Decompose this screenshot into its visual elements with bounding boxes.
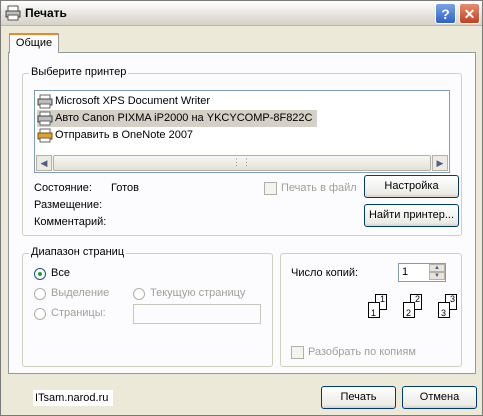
range-current-page-label: Текущую страницу [150, 287, 246, 299]
copies-label: Число копий: [291, 267, 359, 279]
printer-group-title: Выберите принтер [29, 66, 129, 78]
printer-group: Выберите принтер Microsoft XPS Document … [22, 66, 462, 236]
printer-icon [5, 5, 21, 21]
print-to-file-label: Печать в файл [281, 182, 357, 194]
spin-up-icon[interactable]: ▲ [429, 264, 445, 272]
watermark-label: ITsam.narod.ru [33, 390, 113, 406]
scroll-thumb[interactable]: ⋮⋮ [53, 155, 431, 171]
collate-checkbox[interactable] [291, 346, 304, 359]
help-button[interactable]: ? [435, 3, 456, 24]
tab-panel-general: Выберите принтер Microsoft XPS Document … [8, 52, 476, 374]
horizontal-scrollbar[interactable]: ◀ ⋮⋮ ▶ [36, 155, 448, 171]
page-range-group: Диапазон страниц Все Выделение Текущую с… [22, 246, 273, 367]
printer-item-xps[interactable]: Microsoft XPS Document Writer [37, 93, 214, 110]
status-label: Состояние: [34, 182, 92, 194]
collate-label: Разобрать по копиям [308, 346, 416, 358]
range-all-label: Все [51, 267, 70, 279]
collate-page-front: 2 [403, 302, 415, 318]
cancel-button[interactable]: Отмена [402, 386, 477, 409]
status-value: Готов [111, 182, 139, 194]
range-current-page-radio[interactable] [133, 288, 145, 300]
location-label: Размещение: [34, 199, 103, 211]
close-button[interactable]: ✕ [459, 3, 480, 24]
scroll-left-icon[interactable]: ◀ [36, 155, 52, 171]
printer-item-label: Авто Canon PIXMA iP2000 на YKCYCOMP-8F82… [55, 112, 313, 124]
find-printer-button[interactable]: Найти принтер... [364, 204, 459, 227]
range-all-radio[interactable] [34, 268, 46, 280]
print-to-file-checkbox[interactable] [264, 182, 277, 195]
window-title: Печать [25, 6, 67, 20]
range-pages-label: Страницы: [51, 307, 106, 319]
tab-general[interactable]: Общие [9, 33, 59, 53]
printer-icon [37, 94, 53, 109]
range-pages-radio[interactable] [34, 308, 46, 320]
printer-item-label: Отправить в OneNote 2007 [55, 129, 194, 141]
page-range-title: Диапазон страниц [29, 246, 127, 258]
comment-label: Комментарий: [34, 216, 107, 228]
setup-button[interactable]: Настройка [364, 175, 459, 198]
copies-input[interactable]: 1 ▲ ▼ [398, 263, 446, 282]
pages-input[interactable] [133, 304, 261, 324]
collate-page-front: 1 [368, 302, 380, 318]
spin-down-icon[interactable]: ▼ [429, 272, 445, 280]
title-bar[interactable]: Печать ? ✕ [1, 1, 482, 26]
printer-item-label: Microsoft XPS Document Writer [55, 95, 211, 107]
print-button[interactable]: Печать [321, 386, 396, 409]
range-selection-label: Выделение [51, 287, 110, 299]
copies-value: 1 [402, 266, 409, 278]
printer-item-onenote[interactable]: Отправить в OneNote 2007 [37, 127, 197, 144]
range-selection-radio[interactable] [34, 288, 46, 300]
printer-icon [37, 111, 53, 126]
collate-page-front: 3 [438, 302, 450, 318]
scroll-right-icon[interactable]: ▶ [432, 155, 448, 171]
copies-group: Число копий: 1 ▲ ▼ 1 1 2 2 3 3 Разобрать… [280, 253, 462, 367]
copies-spinner[interactable]: ▲ ▼ [429, 264, 445, 281]
printer-list[interactable]: Microsoft XPS Document Writer Авто Canon… [34, 90, 450, 173]
printer-item-canon[interactable]: Авто Canon PIXMA iP2000 на YKCYCOMP-8F82… [37, 110, 317, 127]
print-dialog: Печать ? ✕ Общие Выберите принтер Micros… [0, 0, 483, 416]
printer-icon [37, 128, 53, 143]
